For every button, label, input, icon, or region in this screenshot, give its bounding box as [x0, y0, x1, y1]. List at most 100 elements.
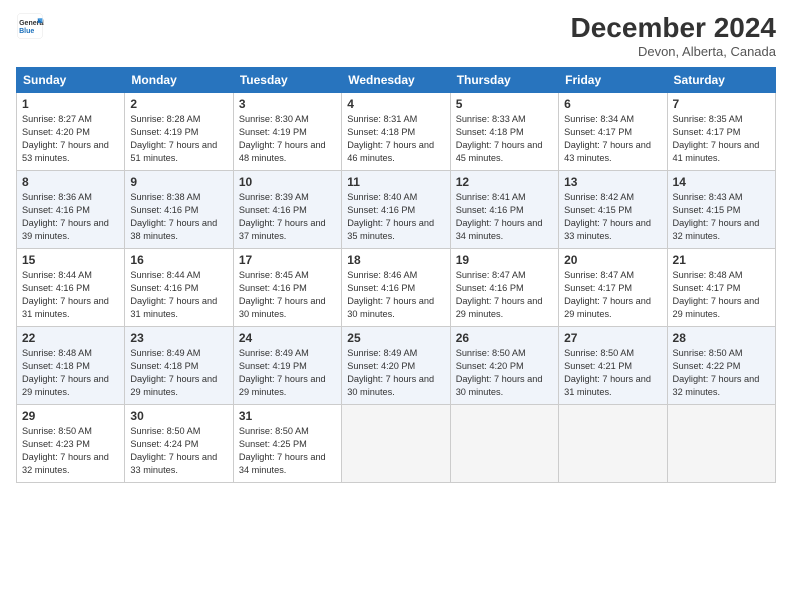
calendar-cell: [450, 405, 558, 483]
calendar-cell: 1Sunrise: 8:27 AMSunset: 4:20 PMDaylight…: [17, 93, 125, 171]
day-number: 18: [347, 253, 444, 267]
cell-info: Sunrise: 8:39 AMSunset: 4:16 PMDaylight:…: [239, 191, 336, 243]
calendar-week-3: 15 Sunrise: 8:44 AMSunset: 4:16 PMDayligh…: [17, 249, 776, 327]
cell-info: Sunrise: 8:34 AMSunset: 4:17 PMDaylight:…: [564, 113, 661, 165]
day-number: 29: [22, 409, 119, 423]
calendar-cell: [559, 405, 667, 483]
cell-info: Sunrise: 8:50 AMSunset: 4:20 PMDaylight:…: [456, 347, 553, 399]
calendar: Sunday Monday Tuesday Wednesday Thursday…: [16, 67, 776, 483]
calendar-cell: 6 Sunrise: 8:34 AMSunset: 4:17 PMDaylight…: [559, 93, 667, 171]
location: Devon, Alberta, Canada: [571, 44, 776, 59]
cell-info: Sunrise: 8:50 AMSunset: 4:21 PMDaylight:…: [564, 347, 661, 399]
calendar-week-4: 22 Sunrise: 8:48 AMSunset: 4:18 PMDayligh…: [17, 327, 776, 405]
calendar-week-1: 1Sunrise: 8:27 AMSunset: 4:20 PMDaylight…: [17, 93, 776, 171]
cell-info: Sunrise: 8:45 AMSunset: 4:16 PMDaylight:…: [239, 269, 336, 321]
day-number: 30: [130, 409, 227, 423]
calendar-cell: [667, 405, 775, 483]
cell-info: Sunrise: 8:44 AMSunset: 4:16 PMDaylight:…: [22, 269, 119, 321]
col-thursday: Thursday: [450, 68, 558, 93]
calendar-cell: 28 Sunrise: 8:50 AMSunset: 4:22 PMDayligh…: [667, 327, 775, 405]
calendar-cell: 9 Sunrise: 8:38 AMSunset: 4:16 PMDaylight…: [125, 171, 233, 249]
calendar-cell: 3Sunrise: 8:30 AMSunset: 4:19 PMDaylight…: [233, 93, 341, 171]
cell-info: Sunrise: 8:43 AMSunset: 4:15 PMDaylight:…: [673, 191, 770, 243]
day-number: 15: [22, 253, 119, 267]
cell-info: Sunrise: 8:36 AMSunset: 4:16 PMDaylight:…: [22, 191, 119, 243]
day-number: 7: [673, 97, 770, 111]
col-sunday: Sunday: [17, 68, 125, 93]
calendar-cell: 8 Sunrise: 8:36 AMSunset: 4:16 PMDaylight…: [17, 171, 125, 249]
cell-info: Sunrise: 8:47 AMSunset: 4:16 PMDaylight:…: [456, 269, 553, 321]
day-number: 26: [456, 331, 553, 345]
day-number: 11: [347, 175, 444, 189]
calendar-cell: 22 Sunrise: 8:48 AMSunset: 4:18 PMDayligh…: [17, 327, 125, 405]
day-number: 17: [239, 253, 336, 267]
col-saturday: Saturday: [667, 68, 775, 93]
day-number: 5: [456, 97, 553, 111]
calendar-cell: 16Sunrise: 8:44 AMSunset: 4:16 PMDayligh…: [125, 249, 233, 327]
cell-info: Sunrise: 8:33 AMSunset: 4:18 PMDaylight:…: [456, 113, 553, 165]
day-number: 16: [130, 253, 227, 267]
calendar-header-row: Sunday Monday Tuesday Wednesday Thursday…: [17, 68, 776, 93]
cell-info: Sunrise: 8:41 AMSunset: 4:16 PMDaylight:…: [456, 191, 553, 243]
col-wednesday: Wednesday: [342, 68, 450, 93]
cell-info: Sunrise: 8:50 AMSunset: 4:22 PMDaylight:…: [673, 347, 770, 399]
calendar-cell: 12 Sunrise: 8:41 AMSunset: 4:16 PMDayligh…: [450, 171, 558, 249]
cell-info: Sunrise: 8:50 AMSunset: 4:24 PMDaylight:…: [130, 425, 227, 477]
day-number: 23: [130, 331, 227, 345]
calendar-cell: 2 Sunrise: 8:28 AMSunset: 4:19 PMDaylight…: [125, 93, 233, 171]
day-number: 8: [22, 175, 119, 189]
calendar-cell: 17 Sunrise: 8:45 AMSunset: 4:16 PMDayligh…: [233, 249, 341, 327]
cell-info: Sunrise: 8:48 AMSunset: 4:18 PMDaylight:…: [22, 347, 119, 399]
day-number: 2: [130, 97, 227, 111]
day-number: 13: [564, 175, 661, 189]
cell-info: Sunrise: 8:50 AMSunset: 4:23 PMDaylight:…: [22, 425, 119, 477]
calendar-cell: 26 Sunrise: 8:50 AMSunset: 4:20 PMDayligh…: [450, 327, 558, 405]
day-number: 21: [673, 253, 770, 267]
header: General Blue December 2024 Devon, Albert…: [16, 12, 776, 59]
calendar-cell: 13Sunrise: 8:42 AMSunset: 4:15 PMDayligh…: [559, 171, 667, 249]
cell-info: Sunrise: 8:27 AMSunset: 4:20 PMDaylight:…: [22, 113, 119, 165]
cell-info: Sunrise: 8:38 AMSunset: 4:16 PMDaylight:…: [130, 191, 227, 243]
cell-info: Sunrise: 8:28 AMSunset: 4:19 PMDaylight:…: [130, 113, 227, 165]
calendar-cell: [342, 405, 450, 483]
calendar-cell: 7 Sunrise: 8:35 AMSunset: 4:17 PMDaylight…: [667, 93, 775, 171]
day-number: 31: [239, 409, 336, 423]
calendar-cell: 29 Sunrise: 8:50 AMSunset: 4:23 PMDayligh…: [17, 405, 125, 483]
cell-info: Sunrise: 8:31 AMSunset: 4:18 PMDaylight:…: [347, 113, 444, 165]
day-number: 24: [239, 331, 336, 345]
calendar-cell: 20Sunrise: 8:47 AMSunset: 4:17 PMDayligh…: [559, 249, 667, 327]
day-number: 6: [564, 97, 661, 111]
cell-info: Sunrise: 8:49 AMSunset: 4:18 PMDaylight:…: [130, 347, 227, 399]
col-friday: Friday: [559, 68, 667, 93]
day-number: 10: [239, 175, 336, 189]
day-number: 27: [564, 331, 661, 345]
logo-icon: General Blue: [16, 12, 44, 40]
day-number: 4: [347, 97, 444, 111]
cell-info: Sunrise: 8:49 AMSunset: 4:19 PMDaylight:…: [239, 347, 336, 399]
day-number: 9: [130, 175, 227, 189]
cell-info: Sunrise: 8:35 AMSunset: 4:17 PMDaylight:…: [673, 113, 770, 165]
calendar-cell: 4 Sunrise: 8:31 AMSunset: 4:18 PMDaylight…: [342, 93, 450, 171]
svg-text:Blue: Blue: [19, 28, 34, 35]
cell-info: Sunrise: 8:40 AMSunset: 4:16 PMDaylight:…: [347, 191, 444, 243]
col-tuesday: Tuesday: [233, 68, 341, 93]
logo: General Blue: [16, 12, 44, 40]
calendar-cell: 11 Sunrise: 8:40 AMSunset: 4:16 PMDayligh…: [342, 171, 450, 249]
calendar-cell: 14Sunrise: 8:43 AMSunset: 4:15 PMDayligh…: [667, 171, 775, 249]
calendar-cell: 27 Sunrise: 8:50 AMSunset: 4:21 PMDayligh…: [559, 327, 667, 405]
day-number: 22: [22, 331, 119, 345]
calendar-cell: 31Sunrise: 8:50 AMSunset: 4:25 PMDayligh…: [233, 405, 341, 483]
day-number: 28: [673, 331, 770, 345]
day-number: 19: [456, 253, 553, 267]
day-number: 25: [347, 331, 444, 345]
calendar-week-5: 29 Sunrise: 8:50 AMSunset: 4:23 PMDayligh…: [17, 405, 776, 483]
title-block: December 2024 Devon, Alberta, Canada: [571, 12, 776, 59]
cell-info: Sunrise: 8:30 AMSunset: 4:19 PMDaylight:…: [239, 113, 336, 165]
calendar-cell: 19 Sunrise: 8:47 AMSunset: 4:16 PMDayligh…: [450, 249, 558, 327]
calendar-cell: 18 Sunrise: 8:46 AMSunset: 4:16 PMDayligh…: [342, 249, 450, 327]
calendar-cell: 25Sunrise: 8:49 AMSunset: 4:20 PMDayligh…: [342, 327, 450, 405]
day-number: 12: [456, 175, 553, 189]
cell-info: Sunrise: 8:48 AMSunset: 4:17 PMDaylight:…: [673, 269, 770, 321]
cell-info: Sunrise: 8:46 AMSunset: 4:16 PMDaylight:…: [347, 269, 444, 321]
calendar-week-2: 8 Sunrise: 8:36 AMSunset: 4:16 PMDaylight…: [17, 171, 776, 249]
